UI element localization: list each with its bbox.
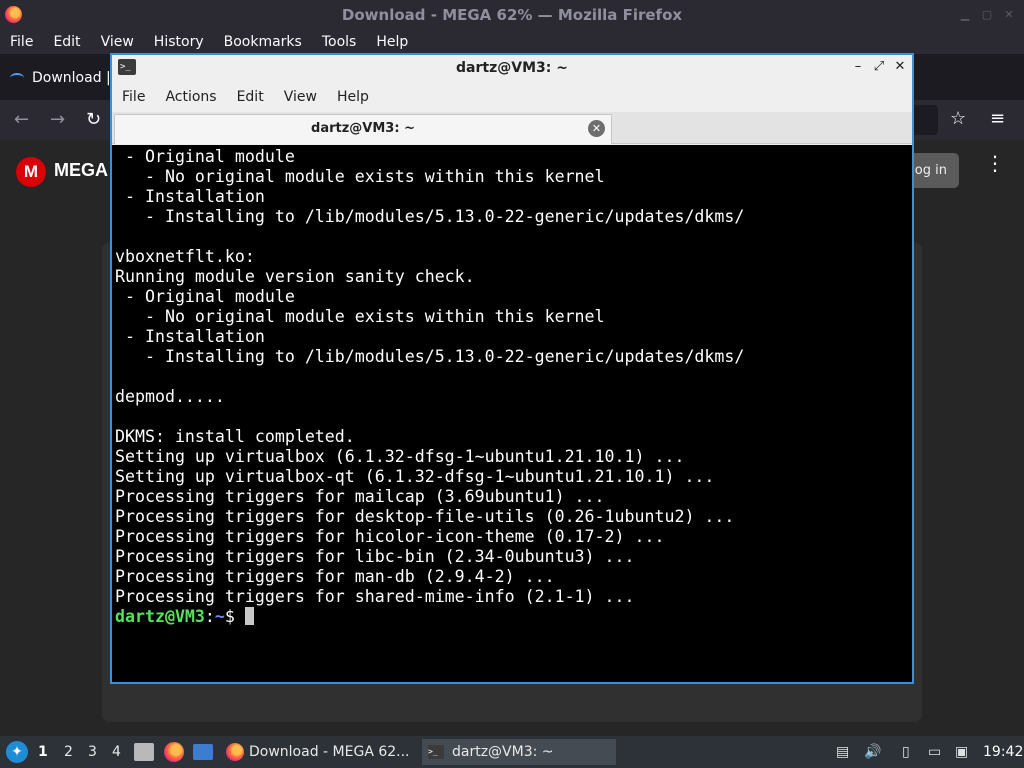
menu-help[interactable]: Help: [366, 30, 418, 54]
terminal-output-line: - Original module: [115, 147, 295, 166]
text-cursor: [244, 607, 254, 625]
forward-arrow-icon[interactable]: →: [50, 109, 65, 130]
tab-label: Download |: [32, 70, 111, 86]
terminal-output[interactable]: - Original module - No original module e…: [112, 145, 912, 682]
close-icon[interactable]: ✕: [891, 58, 909, 76]
task-terminal-label: dartz@VM3: ~: [452, 744, 554, 760]
terminal-output-line: depmod.....: [115, 387, 225, 406]
firefox-titlebar: Download - MEGA 62% — Mozilla Firefox ▁ …: [0, 0, 1024, 30]
terminal-output-line: Running module version sanity check.: [115, 267, 475, 286]
clock: 19:42: [983, 744, 1024, 760]
workspace-3[interactable]: 3: [88, 744, 97, 760]
terminal-menubar: File Actions Edit View Help: [112, 82, 912, 112]
desktop-icon[interactable]: [193, 744, 213, 760]
terminal-window-title: dartz@VM3: ~: [456, 60, 568, 76]
desktop: Download - MEGA 62% — Mozilla Firefox ▁ …: [0, 0, 1024, 768]
terminal-window: >_ dartz@VM3: ~ – ⤢ ✕ File Actions Edit …: [110, 53, 914, 684]
firefox-menubar: File Edit View History Bookmarks Tools H…: [0, 30, 1024, 54]
volume-icon[interactable]: 🔊: [864, 744, 881, 760]
close-icon[interactable]: ✕: [1002, 8, 1016, 22]
terminal-tab[interactable]: dartz@VM3: ~ ✕: [114, 114, 612, 144]
prompt-path: ~: [214, 607, 225, 626]
menu-actions[interactable]: Actions: [155, 82, 226, 112]
terminal-output-line: - Installation: [115, 187, 265, 206]
tab-close-icon[interactable]: ✕: [588, 120, 605, 137]
update-icon[interactable]: ▣: [955, 744, 968, 760]
terminal-output-line: Processing triggers for mailcap (3.69ubu…: [115, 487, 605, 506]
network-icon[interactable]: ▭: [928, 744, 941, 760]
terminal-output-line: Setting up virtualbox (6.1.32-dfsg-1~ubu…: [115, 447, 685, 466]
terminal-output-line: - Installing to /lib/modules/5.13.0-22-g…: [115, 207, 745, 226]
terminal-output-line: Processing triggers for desktop-file-uti…: [115, 507, 735, 526]
shell-prompt[interactable]: dartz@VM3:~$: [115, 607, 912, 627]
maximize-icon[interactable]: ▢: [980, 8, 994, 22]
terminal-output-line: Processing triggers for hicolor-icon-the…: [115, 527, 665, 546]
menu-help[interactable]: Help: [327, 82, 379, 112]
bookmark-star-icon[interactable]: ☆: [950, 108, 966, 129]
terminal-output-line: DKMS: install completed.: [115, 427, 355, 446]
clipboard-icon[interactable]: ▤: [836, 744, 849, 760]
reload-icon[interactable]: ↻: [86, 109, 101, 130]
prompt-symbol: $: [224, 607, 245, 626]
terminal-output-line: Processing triggers for libc-bin (2.34-0…: [115, 547, 635, 566]
menu-file[interactable]: File: [0, 30, 43, 54]
task-terminal[interactable]: >_ dartz@VM3: ~: [422, 739, 616, 765]
task-firefox[interactable]: Download - MEGA 62...: [220, 739, 418, 765]
file-manager-icon[interactable]: [134, 743, 154, 761]
mega-logo-icon[interactable]: M: [16, 157, 46, 187]
start-menu-icon[interactable]: ✦: [6, 741, 28, 763]
prompt-user-host: dartz@VM3: [115, 607, 205, 626]
terminal-output-line: - Installation: [115, 327, 265, 346]
terminal-output-line: - Original module: [115, 287, 295, 306]
terminal-output-line: - Installing to /lib/modules/5.13.0-22-g…: [115, 347, 745, 366]
mega-brand[interactable]: MEGA: [54, 160, 108, 181]
workspace-4[interactable]: 4: [112, 744, 121, 760]
taskbar: ✦ 1 2 3 4 Download - MEGA 62... >_ dartz…: [0, 736, 1024, 768]
notes-icon[interactable]: ▯: [902, 744, 910, 760]
task-firefox-label: Download - MEGA 62...: [249, 744, 410, 760]
back-arrow-icon[interactable]: ←: [14, 109, 29, 130]
terminal-output-line: Processing triggers for shared-mime-info…: [115, 587, 635, 606]
terminal-tab-label: dartz@VM3: ~: [311, 121, 415, 136]
terminal-output-line: - No original module exists within this …: [115, 307, 605, 326]
hamburger-menu-icon[interactable]: ≡: [990, 108, 1005, 129]
firefox-window-title: Download - MEGA 62% — Mozilla Firefox: [341, 6, 683, 24]
maximize-icon[interactable]: ⤢: [870, 58, 888, 76]
menu-edit[interactable]: Edit: [43, 30, 90, 54]
terminal-output-line: - No original module exists within this …: [115, 167, 605, 186]
terminal-icon: >_: [428, 745, 444, 759]
workspace-1[interactable]: 1: [38, 744, 48, 760]
menu-file[interactable]: File: [112, 82, 155, 112]
terminal-output-line: Setting up virtualbox-qt (6.1.32-dfsg-1~…: [115, 467, 715, 486]
terminal-output-line: Processing triggers for man-db (2.9.4-2)…: [115, 567, 555, 586]
firefox-icon: [226, 743, 244, 761]
mega-tab-icon: [10, 73, 24, 83]
kebab-menu-icon[interactable]: ⋮: [985, 153, 1005, 173]
menu-tools[interactable]: Tools: [312, 30, 367, 54]
prompt-separator: :: [204, 607, 215, 626]
terminal-tabbar: dartz@VM3: ~ ✕: [112, 112, 912, 144]
menu-view[interactable]: View: [274, 82, 327, 112]
firefox-launcher-icon[interactable]: [164, 742, 184, 762]
minimize-icon[interactable]: –: [849, 58, 867, 76]
menu-history[interactable]: History: [144, 30, 214, 54]
terminal-titlebar[interactable]: >_ dartz@VM3: ~ – ⤢ ✕: [112, 55, 912, 82]
menu-edit[interactable]: Edit: [227, 82, 274, 112]
terminal-output-line: vboxnetflt.ko:: [115, 247, 255, 266]
workspace-2[interactable]: 2: [64, 744, 73, 760]
tab-download-mega[interactable]: Download |: [0, 60, 120, 96]
menu-view[interactable]: View: [91, 30, 144, 54]
minimize-icon[interactable]: ▁: [958, 8, 972, 22]
menu-bookmarks[interactable]: Bookmarks: [214, 30, 312, 54]
